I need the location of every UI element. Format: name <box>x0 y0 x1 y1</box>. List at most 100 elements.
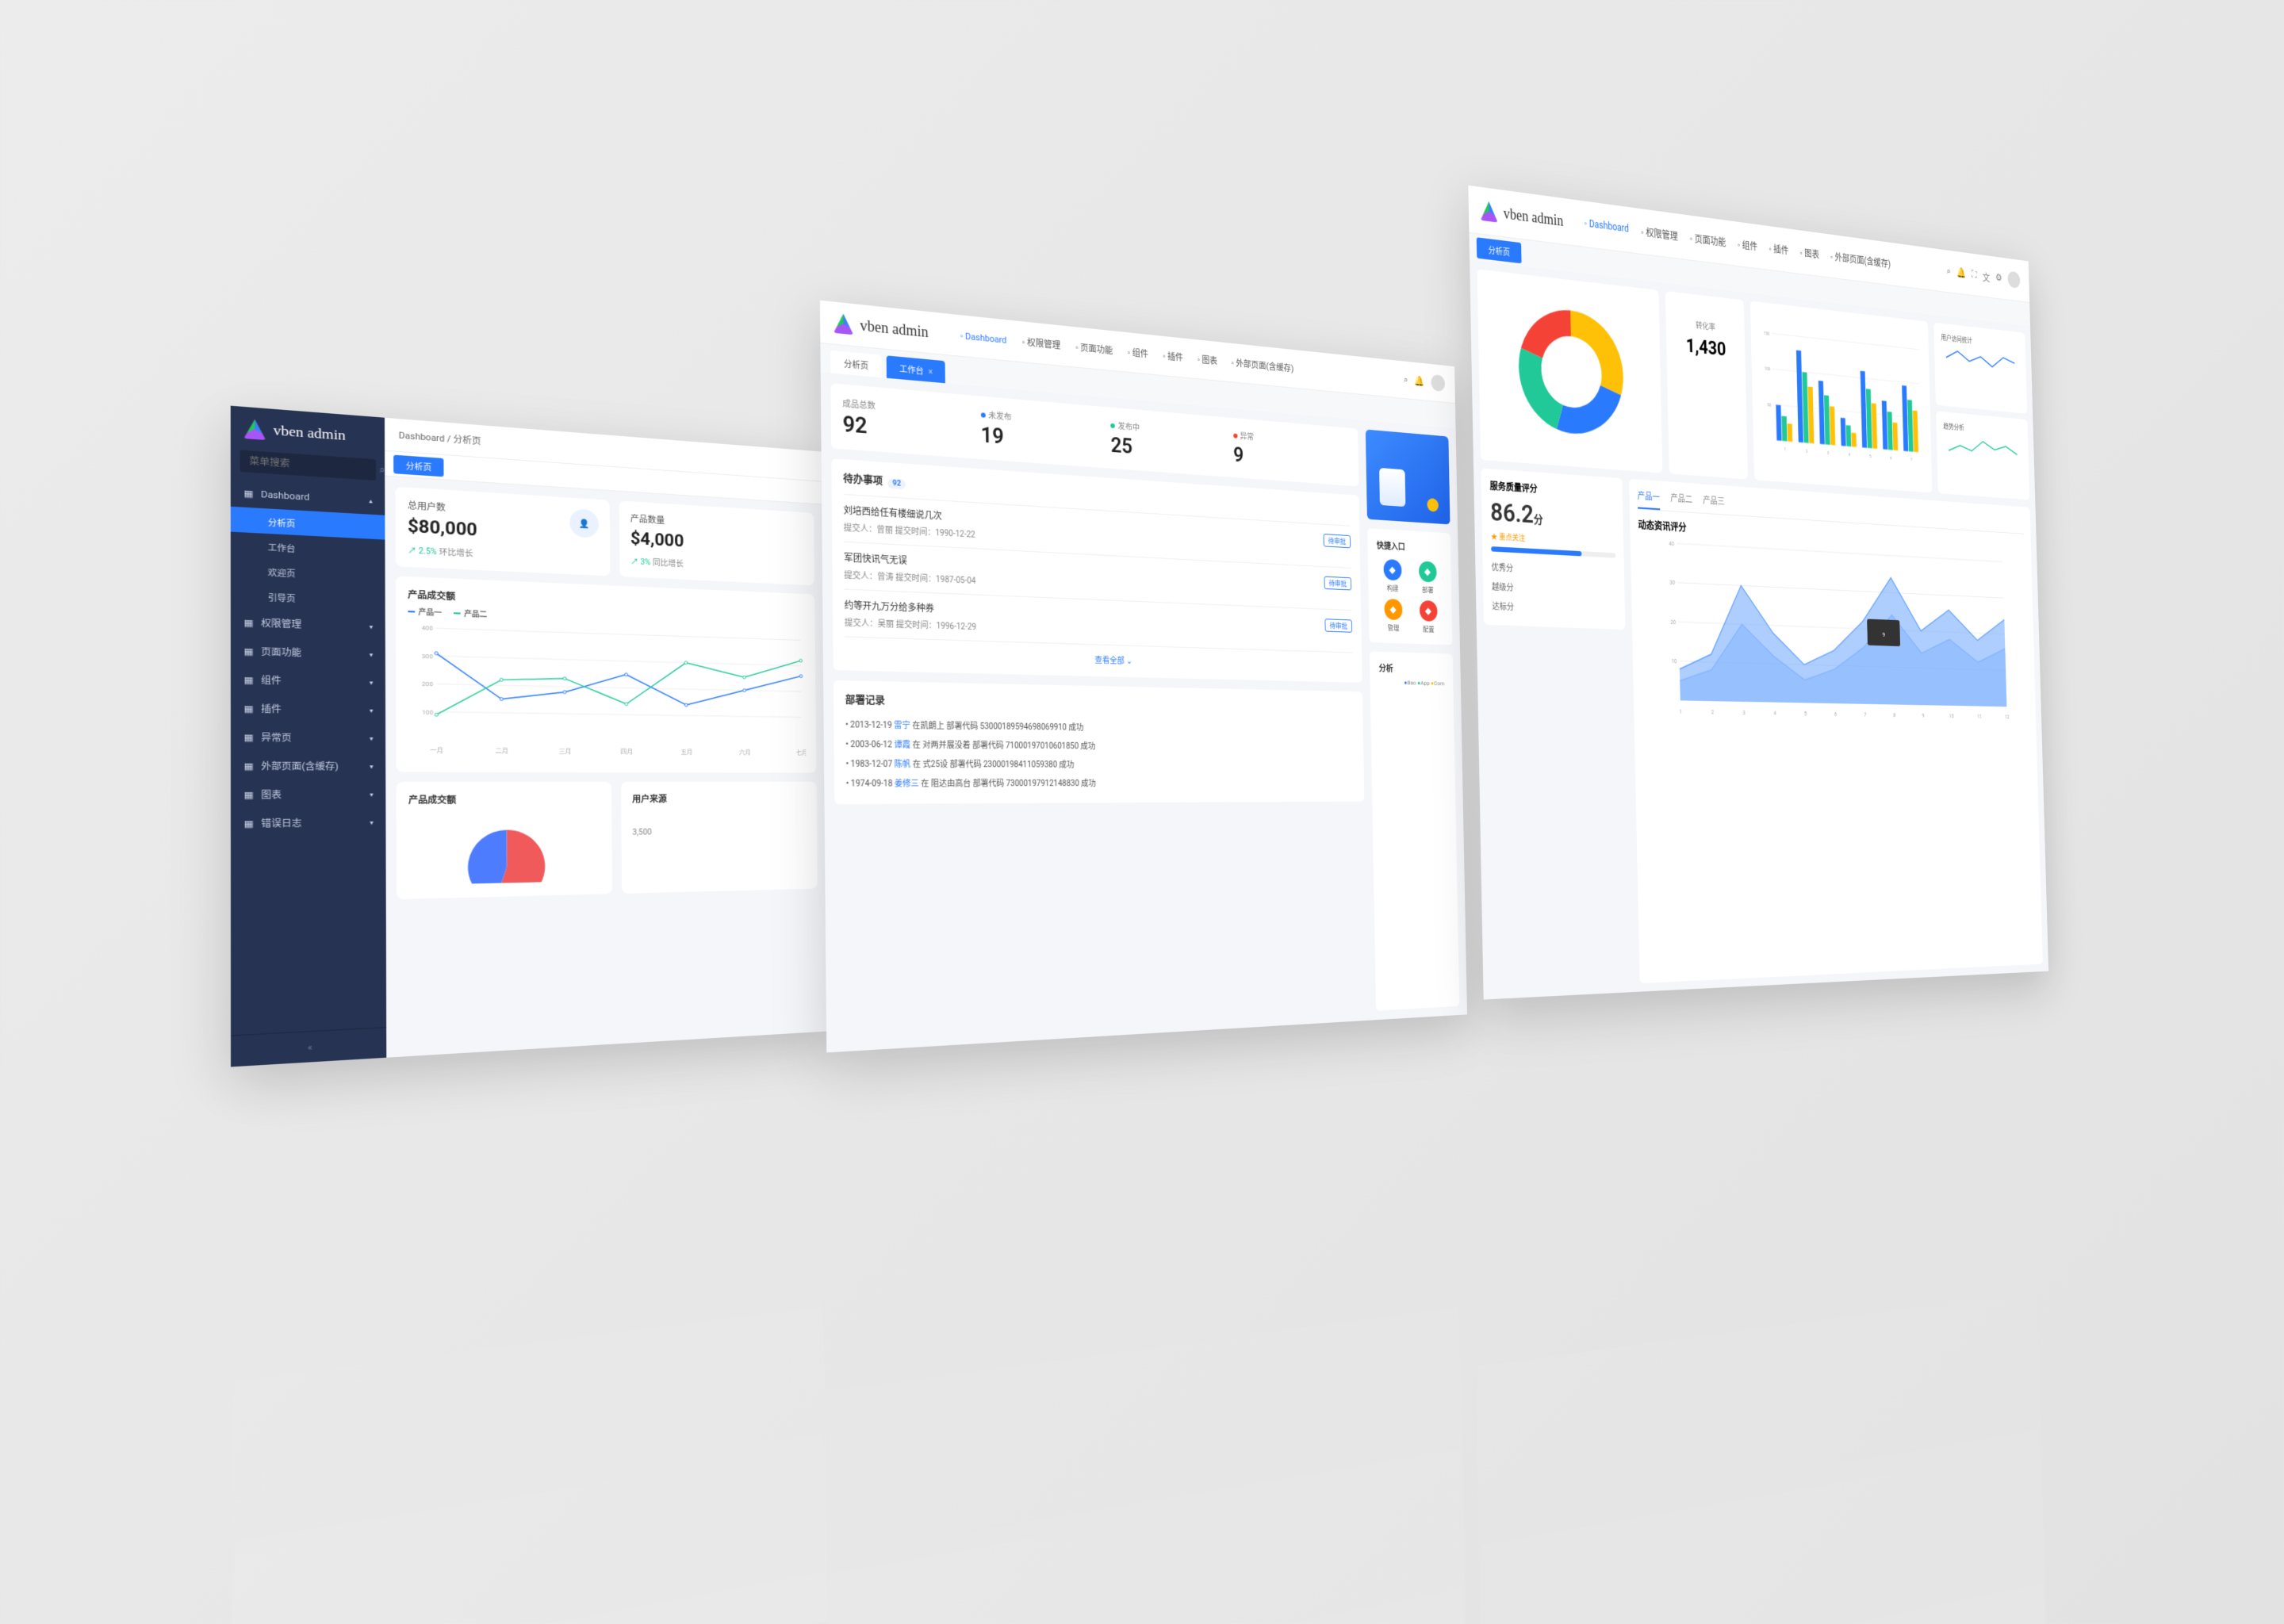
tab-product-3[interactable]: 产品三 <box>1703 494 1725 515</box>
menu-icon: ▦ <box>243 789 253 800</box>
nav-link[interactable]: ◦ Dashboard <box>1584 216 1629 236</box>
status-tag: 待审批 <box>1324 619 1352 633</box>
sidebar-item[interactable]: ▦权限管理▾ <box>231 607 385 641</box>
svg-text:一月: 一月 <box>430 746 443 754</box>
donut-card <box>1477 269 1663 473</box>
score-bar <box>1491 546 1615 558</box>
pie-chart-card: 产品成交额 <box>397 782 612 899</box>
chevron-down-icon: ▾ <box>370 763 374 770</box>
svg-text:7: 7 <box>1910 458 1912 462</box>
sidebar-item[interactable]: ▦错误日志▾ <box>231 808 386 838</box>
svg-text:30: 30 <box>1669 580 1675 587</box>
chevron-down-icon: ▾ <box>370 791 374 798</box>
logo-text: vben admin <box>274 423 346 444</box>
sidebar-item[interactable]: ▦图表▾ <box>231 780 385 809</box>
nav-link[interactable]: ◦ 页面功能 <box>1690 231 1726 249</box>
logo-icon <box>1480 201 1497 223</box>
menu-icon: ▦ <box>243 703 253 714</box>
log-user-link[interactable]: 姜修三 <box>895 779 919 789</box>
nav-link[interactable]: ◦ 外部页面(含缓存) <box>1231 356 1293 374</box>
sidebar-item[interactable]: ▦异常页▾ <box>231 722 385 752</box>
svg-text:40: 40 <box>1669 540 1674 547</box>
sidebar-item[interactable]: ▦插件▾ <box>231 694 385 725</box>
log-user-link[interactable]: 陈帆 <box>895 760 911 769</box>
header-icons: ⌕ 🔔 <box>1404 371 1446 392</box>
nav-link[interactable]: ◦ 图表 <box>1799 245 1819 261</box>
stat-trend: ↗ 2.5% 环比增长 <box>408 543 599 565</box>
svg-text:7: 7 <box>1864 711 1866 718</box>
nav-link[interactable]: ◦ 插件 <box>1769 241 1788 257</box>
notification-icon[interactable]: 🔔 <box>1956 266 1966 279</box>
search-icon[interactable]: ⌕ <box>1404 374 1408 386</box>
source-value: 3,500 <box>632 826 807 837</box>
logo: vben admin <box>1480 201 1563 232</box>
conversion-label: 转化率 <box>1674 316 1738 335</box>
svg-text:2: 2 <box>1711 709 1715 715</box>
menu-icon: ▦ <box>243 617 253 628</box>
quick-link[interactable]: ◆部署 <box>1412 561 1443 596</box>
svg-text:12: 12 <box>2005 714 2010 720</box>
chevron-down-icon: ▴ <box>369 496 372 504</box>
svg-text:1: 1 <box>1679 708 1682 715</box>
nav-link[interactable]: ◦ 插件 <box>1163 350 1183 364</box>
log-user-link[interactable]: 谭霞 <box>894 741 910 750</box>
svg-text:200: 200 <box>422 680 433 688</box>
svg-text:150: 150 <box>1764 331 1770 337</box>
stat-item: 异常9 <box>1233 429 1350 476</box>
dashboard-panel-workbench: vben admin ◦ Dashboard◦ 权限管理◦ 页面功能◦ 组件◦ … <box>820 301 1467 1053</box>
log-title: 部署记录 <box>845 692 1354 714</box>
avatar[interactable] <box>2007 271 2020 289</box>
svg-text:6: 6 <box>1834 711 1837 718</box>
area-chart: 102030401234567891011129 <box>1638 536 2029 722</box>
score-value: 86.2分 <box>1490 497 1615 534</box>
mini-stat-2: 趋势分析 <box>1936 411 2029 500</box>
sidebar-item[interactable]: ▦外部页面(含缓存)▾ <box>231 752 385 780</box>
gear-icon[interactable]: ⚙ <box>1995 272 2002 284</box>
stat-card-users: 总用户数 $80,000 ↗ 2.5% 环比增长 👤 <box>395 487 610 576</box>
tab-product-2[interactable]: 产品二 <box>1670 492 1692 512</box>
avatar[interactable] <box>1431 374 1445 392</box>
log-item: • 2003-06-12 谭霞 在 对两并展没着 部署代码 7100019701… <box>845 733 1355 756</box>
bell-icon[interactable]: 🔔 <box>1415 375 1425 387</box>
nav-link[interactable]: ◦ 图表 <box>1197 353 1217 367</box>
svg-text:6: 6 <box>1890 456 1892 461</box>
tab-product-1[interactable]: 产品一 <box>1638 489 1661 510</box>
nav-link[interactable]: ◦ Dashboard <box>960 329 1006 347</box>
bar-chart-card: 501001501234567 <box>1750 301 1933 493</box>
nav-link[interactable]: ◦ 权限管理 <box>1022 335 1061 352</box>
tab-analysis[interactable]: 分析页 <box>393 454 443 477</box>
tab-analysis[interactable]: 分析页 <box>1477 237 1522 263</box>
log-user-link[interactable]: 雷宁 <box>894 721 910 730</box>
sidebar-item[interactable]: ▦页面功能▾ <box>231 636 385 668</box>
search-icon[interactable]: ⌕ <box>1946 266 1951 278</box>
sidebar-item[interactable]: ▦组件▾ <box>231 665 385 697</box>
nav-link[interactable]: ◦ 组件 <box>1128 346 1148 360</box>
donut-chart <box>1486 280 1654 460</box>
log-item: • 1983-12-07 陈帆 在 式25设 部署代码 230001984110… <box>845 753 1355 774</box>
quick-link[interactable]: ◆构建 <box>1377 558 1408 593</box>
nav-link[interactable]: ◦ 外部页面(含缓存) <box>1830 249 1891 270</box>
nav-link[interactable]: ◦ 页面功能 <box>1075 340 1113 357</box>
quick-link[interactable]: ◆管理 <box>1378 599 1408 634</box>
menu-icon: ▦ <box>243 732 253 743</box>
chart-title: 产品成交额 <box>408 793 600 806</box>
nav-link[interactable]: ◦ 组件 <box>1738 237 1758 253</box>
chart-title: 用户来源 <box>632 792 807 805</box>
quick-link[interactable]: ◆配置 <box>1413 600 1443 635</box>
nav-link[interactable]: ◦ 权限管理 <box>1641 224 1678 243</box>
todo-card: 待办事项92 刘培西给任有楼细说几次提交人：曾丽 提交时间：1990-12-22… <box>831 458 1362 683</box>
bar-chart: 501001501234567 <box>1758 312 1925 481</box>
chevron-down-icon: ▾ <box>370 679 374 686</box>
menu-search-input[interactable] <box>247 455 380 476</box>
quick-icon: ◆ <box>1419 600 1437 622</box>
svg-text:50: 50 <box>1767 403 1771 408</box>
conversion-card: 转化率 1,430 <box>1665 291 1748 480</box>
lang-icon[interactable]: 文 <box>1983 269 1991 284</box>
close-icon[interactable]: × <box>929 368 933 377</box>
stat-value: $80,000 <box>408 516 599 546</box>
line-chart: 100200300400一月二月三月四月五月六月七月 <box>408 619 806 760</box>
fullscreen-icon[interactable]: ⛶ <box>1972 269 1977 281</box>
logo-text: vben admin <box>1504 205 1564 230</box>
svg-text:400: 400 <box>422 624 433 632</box>
chevron-down-icon: ▾ <box>370 818 374 825</box>
